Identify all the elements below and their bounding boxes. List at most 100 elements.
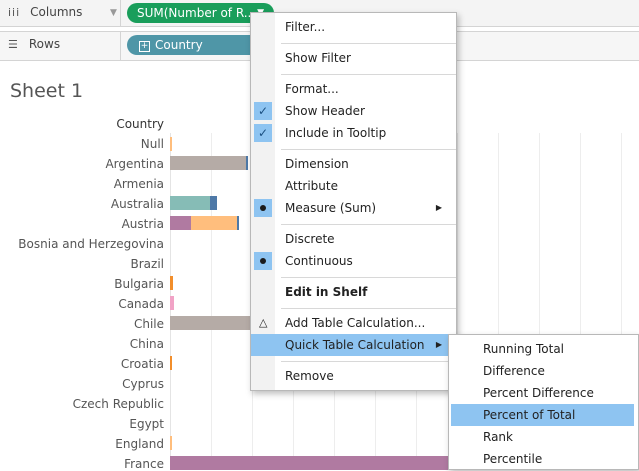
menu-item-quick-table-calculation[interactable]: Quick Table Calculation ▶ [251,334,456,356]
bar-austria-segment[interactable] [191,216,237,230]
submenu-item-rank[interactable]: Rank [451,426,634,448]
menu-item-label: Discrete [285,232,335,246]
expand-plus-icon[interactable]: + [139,41,150,52]
menu-item-attribute[interactable]: Attribute [251,175,456,197]
menu-item-show-header[interactable]: ✓ Show Header [251,100,456,122]
menu-item-discrete[interactable]: Discrete [251,228,456,250]
rows-icon: ☰ [8,37,19,51]
menu-item-dimension[interactable]: Dimension [251,153,456,175]
rows-shelf-label: ☰ Rows [8,37,60,51]
menu-item-label: Quick Table Calculation [285,338,425,352]
country-label[interactable]: Bulgaria [0,277,164,291]
menu-item-label: Edit in Shelf [285,285,368,299]
columns-label: Columns [30,5,83,19]
sum-pill-label: SUM(Number of R... [137,6,256,20]
submenu-item-label: Percent Difference [483,386,594,400]
menu-item-label: Show Filter [285,51,351,65]
checkmark-icon: ✓ [254,102,272,120]
sheet-title: Sheet 1 [10,80,84,102]
country-label[interactable]: Cyprus [0,377,164,391]
menu-separator [281,361,456,362]
country-label[interactable]: Czech Republic [0,397,164,411]
menu-separator [281,43,456,44]
country-label[interactable]: Null [0,137,164,151]
bar-austria-segment[interactable] [237,216,239,230]
country-label[interactable]: Canada [0,297,164,311]
bar-england[interactable] [170,436,172,450]
submenu-arrow-icon: ▶ [435,203,442,212]
bar-argentina[interactable] [170,156,246,170]
submenu-item-label: Running Total [483,342,565,356]
menu-item-show-filter[interactable]: Show Filter [251,47,456,69]
country-label[interactable]: Chile [0,317,164,331]
menu-item-label: Add Table Calculation... [285,316,426,330]
submenu-item-percent-difference[interactable]: Percent Difference [451,382,634,404]
submenu-item-percentile[interactable]: Percentile [451,448,634,470]
columns-shelf-label: iii Columns [8,5,82,19]
submenu-item-difference[interactable]: Difference [451,360,634,382]
country-label[interactable]: Argentina [0,157,164,171]
country-label[interactable]: France [0,457,164,471]
submenu-item-label: Difference [483,364,545,378]
menu-separator [281,224,456,225]
menu-item-continuous[interactable]: Continuous [251,250,456,272]
shelf-divider [120,32,121,60]
country-label[interactable]: Egypt [0,417,164,431]
submenu-item-label: Percentile [483,452,543,466]
menu-item-label: Dimension [285,157,349,171]
menu-item-label: Attribute [285,179,338,193]
columns-dropdown-icon[interactable]: ▼ [110,8,117,18]
checkmark-icon: ✓ [254,124,272,142]
bar-argentina-segment[interactable] [246,156,248,170]
country-label[interactable]: England [0,437,164,451]
menu-item-label: Continuous [285,254,353,268]
columns-icon: iii [8,5,21,19]
menu-separator [281,74,456,75]
menu-separator [281,149,456,150]
bar-canada[interactable] [170,296,174,310]
delta-icon: △ [259,316,268,329]
menu-item-filter[interactable]: Filter... [251,16,456,38]
bar-chile[interactable] [170,316,252,330]
menu-item-label: Measure (Sum) [285,201,377,215]
country-label[interactable]: Australia [0,197,164,211]
bar-austria[interactable] [170,216,191,230]
menu-separator [281,277,456,278]
menu-item-add-table-calculation[interactable]: △ Add Table Calculation... [251,312,456,334]
country-pill-label: Country [155,38,203,52]
bar-croatia[interactable] [170,356,172,370]
country-label[interactable]: Croatia [0,357,164,371]
menu-item-label: Format... [285,82,339,96]
menu-item-edit-in-shelf[interactable]: Edit in Shelf [251,281,456,303]
menu-item-include-in-tooltip[interactable]: ✓ Include in Tooltip [251,122,456,144]
country-label[interactable]: Austria [0,217,164,231]
submenu-item-percent-of-total[interactable]: Percent of Total [451,404,634,426]
bar-bulgaria[interactable] [170,276,173,290]
country-label[interactable]: Bosnia and Herzegovina [0,237,164,251]
menu-item-remove[interactable]: Remove [251,365,456,387]
country-label[interactable]: Brazil [0,257,165,271]
bar-australia[interactable] [170,196,210,210]
row-header-country[interactable]: Country [0,117,164,131]
menu-item-label: Filter... [285,20,326,34]
radio-bullet-icon [254,252,272,270]
submenu-arrow-icon: ▶ [435,340,442,349]
country-label[interactable]: China [0,337,164,351]
menu-item-label: Show Header [285,104,365,118]
country-dimension-pill[interactable]: + Country [127,35,257,55]
radio-bullet-icon [254,199,272,217]
menu-item-format[interactable]: Format... [251,78,456,100]
rows-label: Rows [28,37,61,51]
menu-item-label: Remove [285,369,334,383]
submenu-item-label: Rank [483,430,513,444]
bar-null[interactable] [170,137,172,151]
country-label[interactable]: Armenia [0,177,164,191]
menu-separator [281,308,456,309]
gridline [211,133,212,468]
submenu-item-label: Percent of Total [483,408,576,422]
bar-australia-segment[interactable] [210,196,217,210]
submenu-item-running-total[interactable]: Running Total [451,338,634,360]
pill-context-menu: Filter... Show Filter Format... ✓ Show H… [250,12,457,391]
shelf-divider [120,0,121,26]
menu-item-measure[interactable]: Measure (Sum) ▶ [251,197,456,219]
